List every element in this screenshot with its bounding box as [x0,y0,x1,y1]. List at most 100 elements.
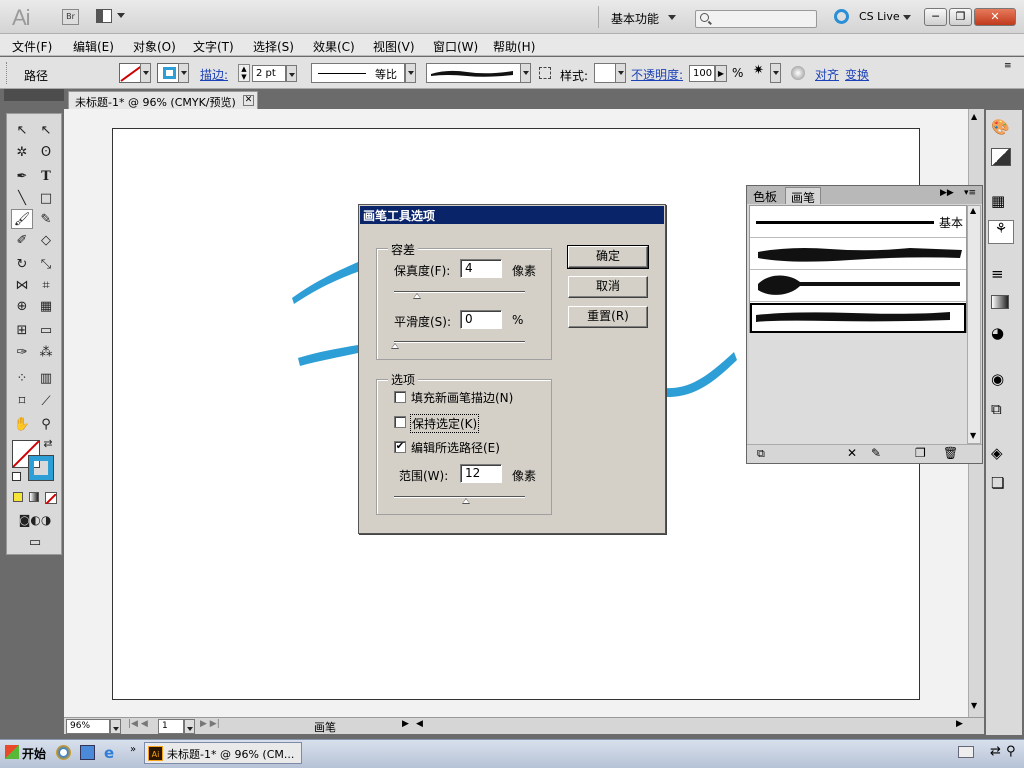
remove-stroke-icon[interactable]: ✕ [847,446,857,460]
chevron-down-icon[interactable] [668,15,676,20]
opacity-field[interactable]: 100 [689,65,715,82]
delete-brush-icon[interactable]: 🗑 [943,446,958,460]
graphic-styles-icon[interactable]: ⧉ [991,400,1013,420]
color-icon[interactable] [991,148,1011,166]
maximize-button[interactable]: ❐ [949,8,972,26]
page-dropdown[interactable] [184,719,195,734]
range-slider-track[interactable] [394,496,525,498]
selection-tool-icon[interactable]: ↖ [11,120,33,140]
explorer-quicklaunch-icon[interactable] [80,745,95,760]
stroke-panel-link[interactable]: 描边: [200,66,228,83]
keyboard-tray-icon[interactable] [958,746,974,758]
lasso-tool-icon[interactable]: ʘ [35,142,57,162]
browser-quicklaunch-icon[interactable] [56,745,71,760]
document-tab[interactable]: 未标题-1* @ 96% (CMYK/预览) ✕ [68,91,258,109]
panel-grip[interactable] [6,62,10,84]
quicklaunch-more-icon[interactable]: » [130,744,136,755]
smoothness-slider-track[interactable] [394,341,525,343]
collapse-panel-icon[interactable]: ▶▶ [940,188,954,198]
perspective-grid-tool-icon[interactable]: ▦ [35,296,57,316]
next-page-icon[interactable]: ▶ ▶| [200,719,220,729]
control-panel-menu-icon[interactable]: ≡ [1004,61,1012,71]
list-item-selected[interactable] [750,303,966,333]
menu-type[interactable]: 文字(T) [193,38,234,55]
default-colors-icon[interactable] [12,472,21,481]
bridge-button[interactable]: Br [62,9,79,25]
blend-tool-icon[interactable]: ⁂ [35,342,57,362]
magic-wand-tool-icon[interactable]: ✲ [11,142,33,162]
opacity-slider-button[interactable]: ▶ [715,65,727,82]
color-mode-icon[interactable] [13,492,23,502]
profile-dropdown[interactable] [405,63,416,83]
brush-stroke-3[interactable] [665,352,737,398]
brush-stroke-2[interactable] [298,345,358,366]
minimize-button[interactable]: ─ [924,8,947,26]
volume-tray-icon[interactable]: ⇄ [990,744,1001,759]
eyedropper-tool-icon[interactable]: ✑ [11,342,33,362]
eraser-tool-icon[interactable]: ◇ [35,230,57,250]
start-button[interactable]: 开始 [2,742,50,764]
width-tool-icon[interactable]: ⋈ [11,275,33,295]
artboard-tool-icon[interactable]: ⌑ [11,391,33,411]
page-field[interactable]: 1 [158,719,184,734]
zoom-field[interactable]: 96% [66,719,110,734]
gradient-icon[interactable] [991,295,1009,309]
zoom-tool-icon[interactable]: ⚲ [35,414,57,434]
tab-swatches[interactable]: 色板 [748,187,782,204]
menu-effect[interactable]: 效果(C) [313,38,355,55]
range-input[interactable]: 12 [460,464,502,483]
scroll-up-icon[interactable]: ▲ [970,206,976,215]
none-mode-icon[interactable] [45,492,57,505]
line-tool-icon[interactable]: ╲ [11,188,33,208]
stroke-weight-stepper[interactable]: ▲ ▼ [238,64,250,82]
opacity-panel-link[interactable]: 不透明度: [631,66,683,83]
menu-help[interactable]: 帮助(H) [493,38,535,55]
pen-tool-icon[interactable]: ✒ [11,166,33,186]
fill-new-label[interactable]: 填充新画笔描边(N) [411,389,513,406]
list-item[interactable] [750,270,966,302]
hand-tool-icon[interactable]: ✋ [11,414,33,434]
scroll-down-icon[interactable]: ▼ [970,431,976,440]
shape-builder-tool-icon[interactable]: ⊕ [11,296,33,316]
gradient-mode-icon[interactable] [29,492,39,502]
network-tray-icon[interactable]: ⚲ [1006,744,1016,759]
zoom-dropdown[interactable] [110,719,121,734]
scale-tool-icon[interactable]: ⤡ [35,254,57,274]
keep-selected-checkbox[interactable] [394,416,406,428]
symbol-sprayer-tool-icon[interactable]: ⁘ [11,368,33,388]
dialog-title-bar[interactable]: 画笔工具选项 [360,206,664,224]
screen-mode-icon[interactable]: ▭ [23,532,47,552]
stroke-color-box[interactable] [28,455,54,481]
cslive-icon[interactable] [834,9,849,24]
menu-window[interactable]: 窗口(W) [433,38,478,55]
list-item[interactable] [750,238,966,270]
fill-new-checkbox[interactable] [394,391,406,403]
first-page-icon[interactable]: |◀ ◀ [128,719,148,729]
paintbrush-tool-icon[interactable]: 🖌 [11,209,33,229]
artboards-icon[interactable]: ❏ [991,474,1013,494]
brushes-icon[interactable]: ⚘ [988,220,1014,244]
slice-tool-icon[interactable]: ⟋ [35,391,57,411]
graphic-style-swatch[interactable] [594,63,616,83]
free-transform-tool-icon[interactable]: ⌗ [35,275,57,295]
fidelity-input[interactable]: 4 [460,259,502,278]
edit-selected-label[interactable]: 编辑所选路径(E) [411,439,500,456]
rectangle-tool-icon[interactable]: □ [35,188,57,208]
recolor-dropdown[interactable] [770,63,781,83]
cancel-button[interactable]: 取消 [568,276,648,298]
search-input[interactable] [695,10,817,28]
swap-colors-icon[interactable]: ⇄ [41,436,55,450]
menu-edit[interactable]: 编辑(E) [73,38,114,55]
swatches-icon[interactable]: ▦ [991,192,1013,212]
brush-list-scrollbar[interactable]: ▲ ▼ [967,205,981,444]
tab-brushes[interactable]: 画笔 [785,187,822,205]
reset-button[interactable]: 重置(R) [568,306,648,328]
document-setup-icon[interactable] [791,66,805,80]
recolor-artwork-icon[interactable]: ✷ [753,63,770,83]
appearance-icon[interactable]: ◉ [991,370,1013,390]
mesh-tool-icon[interactable]: ⊞ [11,320,33,340]
align-panel-link[interactable]: 对齐 [815,66,839,83]
range-slider-thumb[interactable] [462,498,470,504]
transparency-icon[interactable]: ◕ [991,324,1013,344]
status-menu-icon[interactable]: ▶ [402,719,409,729]
